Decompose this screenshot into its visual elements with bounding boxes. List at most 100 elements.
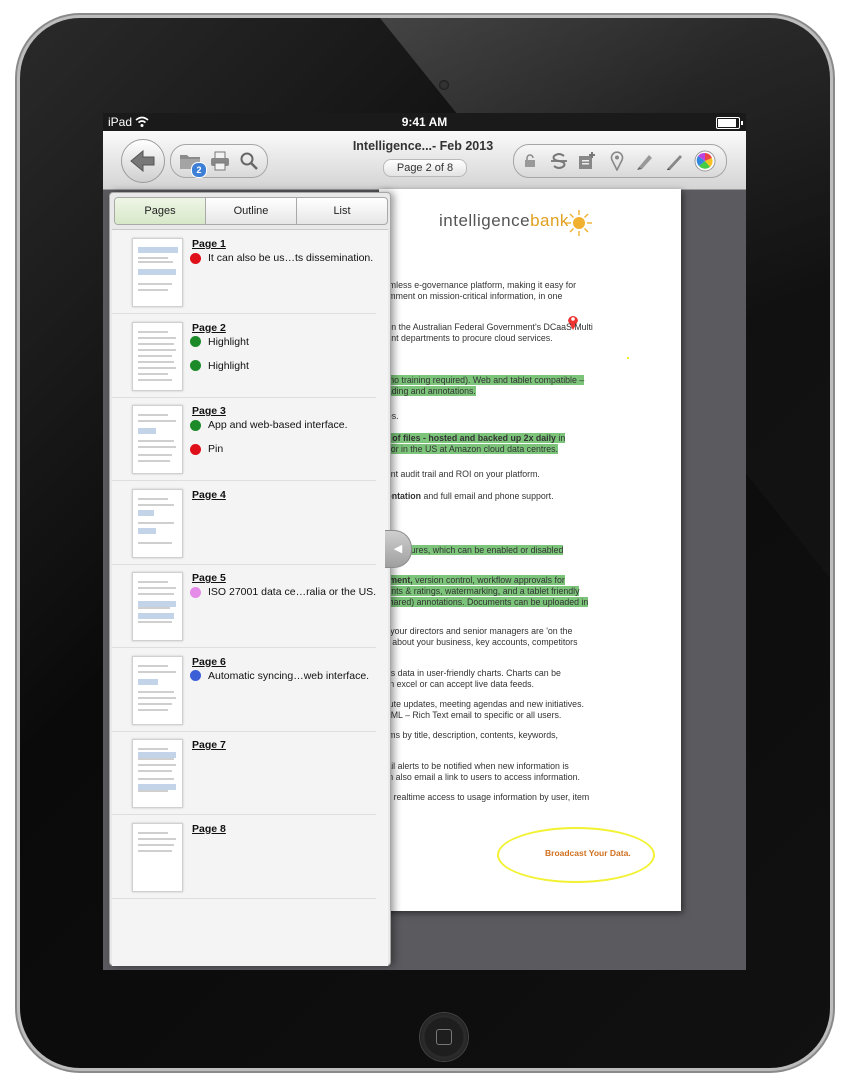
document-line-text: HTML – Rich Text email to specific or al… <box>379 710 562 720</box>
search-icon <box>240 152 258 170</box>
status-bar: iPad 9:41 AM <box>103 113 746 131</box>
thumbnail-panel: Pages Outline List Page 1 It can also be us… <box>109 192 391 966</box>
document-line: e (no training required). Web and tablet… <box>379 375 585 386</box>
document-line-text: e (no training required). Web and tablet… <box>379 375 585 385</box>
document-line: all your directors and senior managers a… <box>379 626 572 637</box>
annotation-item[interactable]: App and web-based interface. <box>190 417 348 433</box>
annotation-item[interactable]: Highlight <box>190 334 249 350</box>
highlighter-button[interactable] <box>630 145 660 177</box>
print-button[interactable] <box>205 145 235 177</box>
strikethrough-icon <box>551 153 567 169</box>
document-line: ribute updates, meeting agendas and new … <box>379 699 584 710</box>
lock-button[interactable] <box>518 145 542 177</box>
document-line-text: can also email a link to users to access… <box>379 772 580 782</box>
document-line: HTML – Rich Text email to specific or al… <box>379 710 561 721</box>
page-thumbnail[interactable] <box>132 822 183 892</box>
document-line: ales data in user-friendly charts. Chart… <box>379 668 561 679</box>
annotation-tools-group <box>513 144 727 178</box>
page-row[interactable]: Page 1 It can also be us…ts dissemination… <box>112 230 376 314</box>
tab-outline[interactable]: Outline <box>206 198 297 224</box>
back-arrow-icon <box>130 149 155 173</box>
annotation-item[interactable]: Automatic syncing…web interface. <box>190 668 369 684</box>
highlighter-icon <box>637 155 652 170</box>
back-button[interactable] <box>121 139 165 183</box>
annotation-text: Highlight <box>208 359 249 372</box>
toolbar: 2 Intelligence...- Feb 2013 Page 2 of 8 <box>103 131 746 190</box>
document-line-text: as or in the US at Amazon cloud data cen… <box>379 444 558 454</box>
document-line: can also email a link to users to access… <box>379 772 580 783</box>
color-picker-button[interactable] <box>690 145 720 177</box>
lock-icon <box>525 154 535 167</box>
annotation-text: Pin <box>208 443 224 455</box>
document-line: ments & ratings, watermarking, and a tab… <box>379 586 580 597</box>
page-thumbnail[interactable] <box>132 321 183 391</box>
document-line: on of files - hosted and backed up 2x da… <box>379 433 566 444</box>
pin-icon <box>610 151 624 171</box>
annotation-color-dot-icon <box>190 670 201 681</box>
folder-button[interactable]: 2 <box>175 145 207 178</box>
document-page[interactable]: intelligencebank eamless e-governance pl… <box>379 189 681 911</box>
page-thumbnail[interactable] <box>132 238 183 307</box>
document-line-text: all your directors and senior managers a… <box>379 626 573 636</box>
page-thumbnail[interactable] <box>132 488 183 558</box>
document-line-text: mail alerts to be notified when new info… <box>379 761 569 771</box>
page-label[interactable]: Page 5 <box>192 572 226 584</box>
document-line: d on the Australian Federal Government's… <box>379 322 593 333</box>
search-button[interactable] <box>234 145 264 177</box>
page-thumbnail[interactable] <box>132 655 183 725</box>
annotation-color-dot-icon <box>190 360 201 371</box>
page-row[interactable]: Page 8 <box>112 815 376 899</box>
page-thumbnail[interactable] <box>132 572 183 641</box>
add-note-button[interactable] <box>572 145 602 177</box>
page-indicator[interactable]: Page 2 of 8 <box>383 159 467 177</box>
page-thumbnail[interactable] <box>132 405 183 474</box>
annotation-item[interactable]: ISO 27001 data ce…ralia or the US. <box>190 584 376 600</box>
page-row[interactable]: Page 2 Highlight Highlight <box>112 314 376 398</box>
pen-icon <box>667 155 682 170</box>
page-thumbnail[interactable] <box>132 739 183 808</box>
page-label[interactable]: Page 6 <box>192 656 226 668</box>
document-line-text: rom excel or can accept live data feeds. <box>379 679 535 689</box>
page-label[interactable]: Page 4 <box>192 489 226 501</box>
document-line: gement, version control, workflow approv… <box>379 575 565 586</box>
page-label[interactable]: Page 1 <box>192 238 226 250</box>
tab-pages[interactable]: Pages <box>115 198 206 224</box>
document-line-text: and full email and phone support. <box>421 491 554 501</box>
document-logo: intelligencebank <box>439 211 569 230</box>
annotation-item[interactable]: Pin <box>190 441 223 457</box>
annotation-text: App and web-based interface. <box>208 419 348 431</box>
document-line-text: comment on mission-critical information,… <box>379 291 563 301</box>
camera-icon <box>439 80 449 90</box>
annotation-item[interactable]: Highlight <box>190 358 249 374</box>
strikethrough-button[interactable] <box>544 145 574 177</box>
chevron-left-icon: ◀ <box>393 543 403 555</box>
page-row[interactable]: Page 5 ISO 27001 data ce…ralia or the US. <box>112 564 376 648</box>
document-line-text: in <box>555 433 566 443</box>
page-row[interactable]: Page 6 Automatic syncing…web interface. <box>112 648 376 732</box>
home-button[interactable] <box>420 1013 468 1061</box>
pen-button[interactable] <box>660 145 690 177</box>
page-label[interactable]: Page 2 <box>192 322 226 334</box>
document-line-text: ribute updates, meeting agendas and new … <box>379 699 584 709</box>
annotation-color-dot-icon <box>190 336 201 347</box>
document-line-bold: on of files - hosted and backed up 2x da… <box>379 433 556 443</box>
page-label[interactable]: Page 7 <box>192 739 226 751</box>
page-row[interactable]: Page 3 App and web-based interface. Pin <box>112 397 376 481</box>
annotation-text: Automatic syncing…web interface. <box>208 669 370 682</box>
document-line-text: ales data in user-friendly charts. Chart… <box>379 668 561 678</box>
screen: iPad 9:41 AM 2 Intelligence...- Feb 2013… <box>103 113 746 970</box>
pin-button[interactable] <box>602 145 632 177</box>
document-line: mail alerts to be notified when new info… <box>379 761 569 772</box>
page-label[interactable]: Page 3 <box>192 405 226 417</box>
page-label[interactable]: Page 8 <box>192 823 226 835</box>
document-line: items by title, description, contents, k… <box>379 730 558 741</box>
tab-list[interactable]: List <box>297 198 387 224</box>
page-row[interactable]: Page 4 <box>112 481 376 565</box>
annotation-item[interactable]: It can also be us…ts dissemination. <box>190 250 373 266</box>
document-line: eamless e-governance platform, making it… <box>379 280 576 291</box>
sun-logo-icon <box>566 210 592 236</box>
battery-icon <box>716 117 743 129</box>
page-row[interactable]: Page 7 <box>112 731 376 815</box>
document-line-text: realtime access to usage information by … <box>391 792 590 802</box>
status-time: 9:41 AM <box>401 115 448 129</box>
